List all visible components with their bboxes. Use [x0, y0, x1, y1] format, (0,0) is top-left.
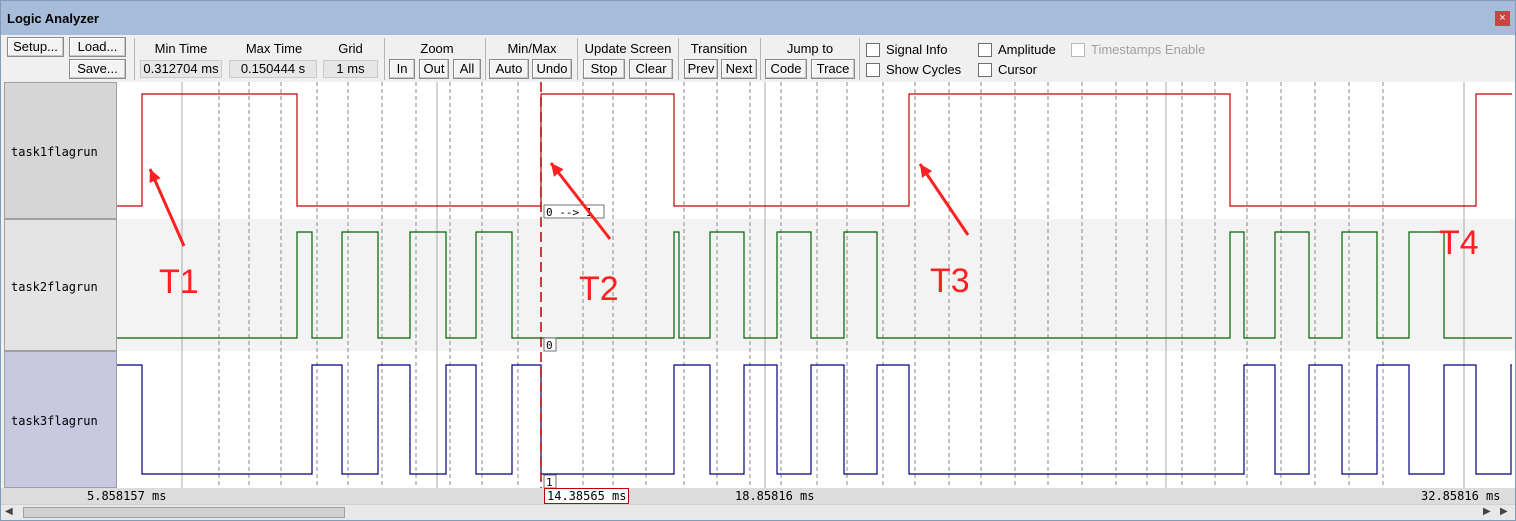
time-mid-label: 18.85816 ms: [735, 489, 815, 503]
prev-button[interactable]: Prev: [684, 59, 718, 79]
time-right-label: 32.85816 ms: [1421, 489, 1501, 503]
annotation-label-t1: T1: [159, 263, 199, 301]
max-time-value: 0.150444 s: [229, 60, 317, 78]
window-title: Logic Analyzer: [7, 11, 99, 26]
title-bar: Logic Analyzer ×: [1, 1, 1515, 35]
close-icon[interactable]: ×: [1495, 11, 1510, 26]
scroll-right-icon[interactable]: ▶: [1483, 506, 1491, 517]
stop-button[interactable]: Stop: [583, 59, 625, 79]
auto-button[interactable]: Auto: [489, 59, 529, 79]
signal-info-checkbox[interactable]: [866, 43, 880, 57]
lane-background-1: [117, 82, 1515, 219]
timestamps-checkbox: [1071, 43, 1085, 57]
time-left-label: 5.858157 ms: [87, 489, 167, 503]
transition-label: Transition: [690, 41, 748, 56]
lane-background-3: [117, 351, 1515, 488]
signal-name-task2[interactable]: task2flagrun: [4, 219, 117, 351]
logic-analyzer-window: Logic Analyzer × Setup... Load... Save..…: [0, 0, 1516, 521]
min-time-value: 0.312704 ms: [140, 60, 222, 78]
setup-button[interactable]: Setup...: [7, 37, 64, 57]
scrollbar-thumb[interactable]: [23, 507, 345, 518]
clear-button[interactable]: Clear: [629, 59, 673, 79]
time-axis: 5.858157 ms 14.38565 ms 18.85816 ms 32.8…: [1, 488, 1515, 504]
undo-button[interactable]: Undo: [532, 59, 572, 79]
horizontal-scrollbar[interactable]: ◀ ▶ ▶: [1, 504, 1515, 520]
show-cycles-label: Show Cycles: [886, 62, 962, 77]
waveform-plot[interactable]: 1010100 --> 101T1T2T3T4: [117, 82, 1515, 488]
timestamps-label: Timestamps Enable: [1091, 42, 1206, 57]
load-button[interactable]: Load...: [69, 37, 126, 57]
zoom-out-button[interactable]: Out: [419, 59, 449, 79]
grid-value: 1 ms: [323, 60, 378, 78]
cursor-label: Cursor: [998, 62, 1038, 77]
show-cycles-checkbox[interactable]: [866, 63, 880, 77]
cursor-time-label: 14.38565 ms: [544, 488, 630, 504]
toolbar-separator: [859, 38, 860, 80]
zoom-label: Zoom: [420, 41, 454, 56]
cursor-tag-value: 1: [546, 476, 553, 488]
lane-background-2: [117, 219, 1515, 351]
toolbar-separator: [384, 38, 385, 80]
min-time-label: Min Time: [154, 41, 208, 56]
toolbar-separator: [760, 38, 761, 80]
jump-trace-button[interactable]: Trace: [811, 59, 855, 79]
amplitude-checkbox[interactable]: [978, 43, 992, 57]
toolbar-separator: [134, 38, 135, 80]
amplitude-label: Amplitude: [998, 42, 1056, 57]
cursor-checkbox[interactable]: [978, 63, 992, 77]
scroll-end-icon[interactable]: ▶: [1500, 506, 1508, 517]
annotation-label-t4: T4: [1439, 224, 1479, 262]
grid-label: Grid: [338, 41, 363, 56]
jump-to-label: Jump to: [786, 41, 834, 56]
scroll-left-icon[interactable]: ◀: [5, 506, 13, 517]
toolbar: Setup... Load... Save... Min Time 0.3127…: [1, 35, 1515, 81]
minmax-label: Min/Max: [507, 41, 557, 56]
toolbar-separator: [577, 38, 578, 80]
signal-info-label: Signal Info: [886, 42, 948, 57]
signal-names-panel: task1flagrun task2flagrun task3flagrun: [4, 82, 117, 488]
annotation-label-t2: T2: [579, 270, 619, 308]
zoom-all-button[interactable]: All: [453, 59, 481, 79]
save-button[interactable]: Save...: [69, 59, 126, 79]
toolbar-separator: [678, 38, 679, 80]
update-screen-label: Update Screen: [584, 41, 672, 56]
zoom-in-button[interactable]: In: [389, 59, 415, 79]
toolbar-separator: [485, 38, 486, 80]
cursor-tag-value: 0: [546, 339, 553, 352]
next-button[interactable]: Next: [721, 59, 757, 79]
max-time-label: Max Time: [245, 41, 303, 56]
signal-name-task3[interactable]: task3flagrun: [4, 351, 117, 488]
signal-name-task1[interactable]: task1flagrun: [4, 82, 117, 219]
jump-code-button[interactable]: Code: [765, 59, 807, 79]
annotation-label-t3: T3: [930, 262, 970, 300]
